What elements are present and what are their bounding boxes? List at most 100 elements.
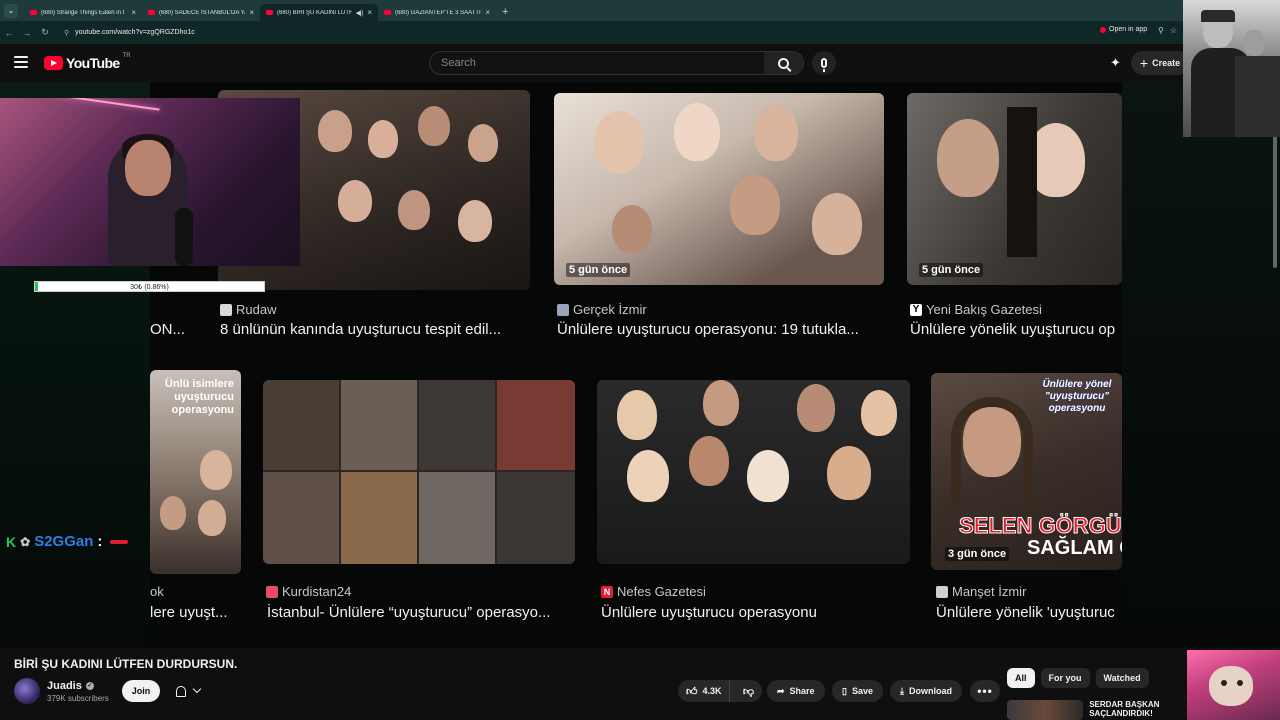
gercek-izmir-logo-icon [557,303,569,316]
reload-icon[interactable]: ↻ [36,27,54,38]
channel-avatar[interactable] [14,678,40,704]
donation-goal-bar: 30₺ (0.86%) [34,281,265,292]
chat-separator: : [97,533,103,550]
plus-icon: + [1139,55,1149,71]
zoom-icon[interactable]: ⚲☆ [1158,26,1183,35]
video-right-background [1122,82,1280,648]
youtube-favicon-icon [148,10,155,15]
chip-all[interactable]: All [1007,668,1035,688]
close-icon[interactable]: × [485,8,490,17]
download-icon: ⤓ [900,685,904,696]
partial-channel: ok [150,584,164,599]
yeni-bakis-logo-icon: Y [910,303,922,316]
channel-label: Nefes Gazetesi [617,584,706,599]
chip-watched[interactable]: Watched [1095,668,1149,688]
chip-for-you[interactable]: For you [1040,668,1090,688]
stream-chat-message: K ✿ S2GGan : [6,533,129,550]
create-button[interactable]: + Create [1131,51,1189,75]
microphone-device [175,208,193,266]
search-button[interactable] [764,51,804,75]
youtube-favicon-icon [30,10,37,15]
upload-age: 5 gün önce [566,263,631,277]
video-thumbnail: 5 gün önce [907,93,1122,285]
close-icon[interactable]: × [131,8,136,17]
video-thumbnail: Ünlülere yönel "uyuşturucu" operasyonu S… [931,373,1122,570]
back-icon[interactable]: ← [0,28,18,38]
download-button[interactable]: ⤓ Download [890,680,962,702]
search-placeholder: Search [441,57,476,69]
share-button[interactable]: ➦ Share [767,680,825,702]
voice-search-button[interactable] [812,51,836,75]
cat-webcam-overlay [1187,650,1280,720]
more-actions-button[interactable]: ••• [970,680,1000,702]
video-title: İstanbul- Ünlülere “uyuşturucu” operasyo… [267,604,551,621]
url-field[interactable]: ⚲ youtube.com/watch?v=zgQRGZDho1c [58,24,1098,41]
video-title: Ünlülere uyuşturucu operasyonu: 19 tutuk… [557,321,859,338]
forward-icon[interactable]: → [18,28,36,38]
dislike-button[interactable]: 👎︎ [735,680,762,702]
youtube-logo[interactable]: YouTube TR [44,53,131,71]
thumbs-up-icon: 👍︎ [686,685,698,698]
related-thumbnail [1007,700,1084,720]
tab-1[interactable]: (680) Strange Things Eaten in t × [24,4,142,21]
chat-username: S2GGan [34,533,94,550]
video-info-section: BİRİ ŞU KADINI LÜTFEN DURDURSUN. Juadis … [0,648,1280,720]
new-tab-button[interactable]: + [502,6,508,18]
menu-icon[interactable] [14,56,28,68]
kurdistan24-logo-icon [266,585,278,598]
video-title-main: BİRİ ŞU KADINI LÜTFEN DURDURSUN. [14,657,238,671]
related-video-item[interactable]: SERDAR BAŞKAN SAÇLANDIRDIK! [1007,700,1187,720]
search-input[interactable]: Search [429,51,765,75]
streamer-webcam [0,98,300,266]
open-in-app-button[interactable]: Open in app [1100,26,1147,33]
browser-tab-bar: ⌄ (680) Strange Things Eaten in t × (680… [0,0,1280,21]
channel-name: Manşet İzmir [936,584,1026,599]
tab-list-icon[interactable]: ⌄ [4,3,18,18]
join-button[interactable]: Join [122,680,160,702]
related-title: SERDAR BAŞKAN SAÇLANDIRDIK! [1089,700,1160,718]
subscriber-badge-icon: ✿ [20,534,31,549]
chat-emote-icon [110,539,129,544]
verified-icon: ✓ [85,682,94,690]
channel-label: Manşet İzmir [952,584,1027,599]
goal-fill [35,282,39,291]
search-icon [778,57,789,69]
channel-name-main[interactable]: Juadis ✓ [47,680,94,692]
youtube-header: YouTube TR Search ✦ + Create [0,44,1280,82]
tab-3-active[interactable]: (680) BİRİ ŞU KADINI LÜTFE ◀) × [260,4,378,21]
bookmark-icon: ▯ [842,685,847,696]
like-button[interactable]: 👍︎ 4.3K [678,680,730,702]
save-button[interactable]: ▯ Save [832,680,883,702]
address-bar-row: ← → ↻ ⚲ youtube.com/watch?v=zgQRGZDho1c [0,21,1280,44]
tab-4[interactable]: (680) GAZİANTEP'TE 3 SAATTİ × [378,4,496,21]
channel-name-text: Juadis [47,680,82,692]
video-thumbnail [597,380,910,564]
in-video-scrollbar [1273,136,1277,268]
thumbnail-overlay-top: Ünlülere yönel "uyuşturucu" operasyonu [1042,379,1112,414]
video-title: Ünlülere uyuşturucu operasyonu [601,604,817,621]
recommendation-chips: All For you Watched [1007,668,1149,688]
share-label: Share [789,686,815,696]
tab-2[interactable]: (680) SADECE İSTANBUL'DA YA × [142,4,260,21]
upload-age: 5 gün önce [919,263,984,277]
microphone-icon [821,58,827,72]
goal-text: 30₺ (0.86%) [130,283,169,291]
site-info-icon[interactable]: ⚲ [64,29,69,37]
close-icon[interactable]: × [367,8,372,17]
speaker-icon[interactable]: ◀) [356,9,364,17]
like-count: 4.3K [702,686,722,696]
share-icon: ➦ [777,685,785,696]
logo-wordmark: YouTube [66,55,120,71]
video-title: Ünlülere yönelik uyuşturucu op [910,321,1116,338]
notification-bell-button[interactable] [166,680,210,702]
close-icon[interactable]: × [249,8,254,17]
open-in-app-label: Open in app [1109,26,1148,33]
thumbnail-overlay-big2: SAĞLAM GÖ [1027,537,1122,559]
youtube-favicon-icon [266,10,273,15]
tab-title: (680) SADECE İSTANBUL'DA YA [159,9,246,16]
historical-photo-overlay [1183,0,1280,137]
cast-icon[interactable]: ✦ [1110,56,1124,70]
nefes-logo-icon: N [601,585,613,598]
channel-label: Gerçek İzmir [573,302,647,317]
upload-age: 3 gün önce [945,547,1010,561]
